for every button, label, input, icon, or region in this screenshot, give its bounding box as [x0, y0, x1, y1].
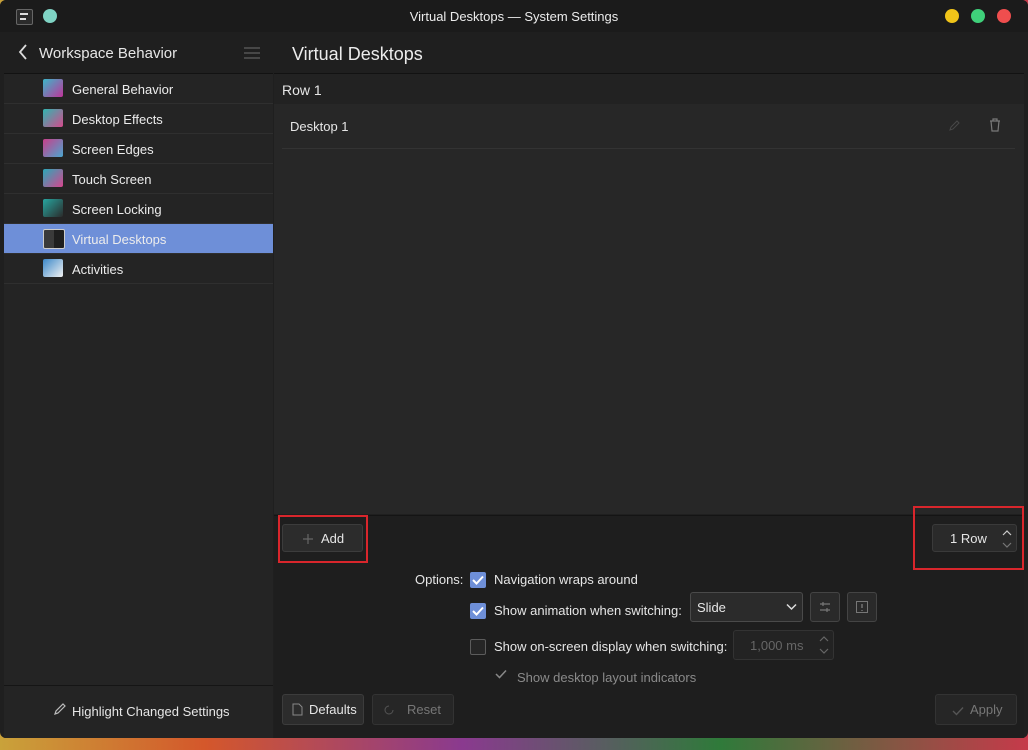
- sidebar-list: General Behavior Desktop Effects Screen …: [4, 74, 273, 284]
- info-icon: [856, 601, 868, 613]
- layout-indicators-label: Show desktop layout indicators: [517, 670, 697, 685]
- navigation-wraps-checkbox[interactable]: [470, 572, 486, 588]
- defaults-label: Defaults: [309, 702, 357, 717]
- chevron-down-icon: [786, 603, 797, 611]
- sidebar-item-screen-edges[interactable]: Screen Edges: [4, 134, 273, 164]
- bottom-panel: Add 1 Row Options: Navigation wraps arou…: [274, 506, 1024, 738]
- minimize-button[interactable]: [945, 9, 959, 23]
- animation-info-button[interactable]: [847, 592, 877, 622]
- desktop-effects-icon: [43, 109, 63, 127]
- row-label: Row 1: [282, 82, 322, 98]
- sidebar-item-label: Virtual Desktops: [72, 232, 167, 247]
- maximize-button[interactable]: [971, 9, 985, 23]
- sidebar: Workspace Behavior General Behavior Desk…: [4, 32, 273, 738]
- settings-icon: [820, 602, 830, 612]
- sidebar-item-touch-screen[interactable]: Touch Screen: [4, 164, 273, 194]
- settings-window: Virtual Desktops — System Settings Works…: [0, 0, 1028, 738]
- close-button[interactable]: [997, 9, 1011, 23]
- screen-edges-icon: [43, 139, 63, 157]
- sidebar-item-activities[interactable]: Activities: [4, 254, 273, 284]
- options-label: Options:: [415, 572, 464, 587]
- pen-icon: [54, 703, 66, 715]
- desktop-list-item[interactable]: Desktop 1: [282, 104, 1015, 149]
- main-header: Virtual Desktops: [274, 32, 1024, 74]
- defaults-button[interactable]: Defaults: [282, 694, 364, 725]
- spin-arrows-icon[interactable]: [819, 634, 829, 656]
- reset-label: Reset: [407, 702, 441, 717]
- title-bar: Virtual Desktops — System Settings: [0, 0, 1028, 32]
- desktop-name: Desktop 1: [290, 119, 349, 134]
- apply-button[interactable]: Apply: [935, 694, 1017, 725]
- main-panel: Virtual Desktops Row 1 Desktop 1 Add 1 R…: [274, 32, 1024, 738]
- sidebar-item-general-behavior[interactable]: General Behavior: [4, 74, 273, 104]
- checkmark-icon: [472, 575, 484, 585]
- reset-button[interactable]: Reset: [372, 694, 454, 725]
- sidebar-item-desktop-effects[interactable]: Desktop Effects: [4, 104, 273, 134]
- virtual-desktops-icon: [43, 229, 65, 249]
- animation-value: Slide: [697, 600, 726, 615]
- rename-icon[interactable]: [949, 119, 961, 131]
- checkmark-icon: [472, 606, 484, 616]
- plus-icon: [303, 534, 313, 544]
- animation-settings-button[interactable]: [810, 592, 840, 622]
- sidebar-item-label: General Behavior: [72, 82, 174, 97]
- row-header: Row 1: [274, 74, 1024, 104]
- highlight-changed-label: Highlight Changed Settings: [72, 704, 230, 719]
- check-icon: [952, 707, 964, 716]
- osd-duration-value: 1,000 ms: [750, 638, 804, 653]
- osd-checkbox[interactable]: [470, 639, 486, 655]
- add-button-label: Add: [321, 531, 345, 546]
- screen-locking-icon: [43, 199, 63, 217]
- osd-duration-spinbox[interactable]: 1,000 ms: [733, 630, 834, 660]
- sidebar-title: Workspace Behavior: [39, 45, 178, 62]
- touch-screen-icon: [43, 169, 63, 187]
- window-title: Virtual Desktops — System Settings: [409, 9, 619, 24]
- show-animation-checkbox[interactable]: [470, 603, 486, 619]
- desktops-list-area: Row 1 Desktop 1: [274, 74, 1024, 514]
- osd-label: Show on-screen display when switching:: [494, 639, 728, 654]
- hamburger-menu-icon[interactable]: [244, 47, 260, 59]
- spin-arrows-icon[interactable]: [1002, 528, 1012, 550]
- sidebar-header: Workspace Behavior: [4, 32, 273, 74]
- checkmark-icon: [495, 669, 507, 679]
- sidebar-item-label: Screen Edges: [72, 142, 154, 157]
- rows-value: 1 Row: [950, 531, 987, 546]
- trash-icon[interactable]: [989, 118, 1001, 132]
- page-title: Virtual Desktops: [292, 44, 423, 64]
- navigation-wraps-label: Navigation wraps around: [494, 572, 638, 587]
- sidebar-item-virtual-desktops[interactable]: Virtual Desktops: [4, 224, 273, 254]
- highlight-changed-settings-button[interactable]: Highlight Changed Settings: [4, 685, 273, 738]
- show-animation-label: Show animation when switching:: [494, 603, 682, 618]
- add-button[interactable]: Add: [282, 524, 363, 552]
- sidebar-item-label: Touch Screen: [72, 172, 152, 187]
- sidebar-item-label: Activities: [72, 262, 124, 277]
- apply-label: Apply: [970, 702, 1003, 717]
- activities-icon: [43, 259, 63, 277]
- document-icon: [292, 703, 303, 716]
- animation-select[interactable]: Slide: [690, 592, 803, 622]
- sidebar-item-screen-locking[interactable]: Screen Locking: [4, 194, 273, 224]
- rows-spinbox[interactable]: 1 Row: [932, 524, 1017, 552]
- reset-icon: [384, 705, 394, 715]
- back-arrow-icon[interactable]: [18, 44, 28, 60]
- sidebar-item-label: Screen Locking: [72, 202, 162, 217]
- sidebar-item-label: Desktop Effects: [72, 112, 163, 127]
- general-behavior-icon: [43, 79, 63, 97]
